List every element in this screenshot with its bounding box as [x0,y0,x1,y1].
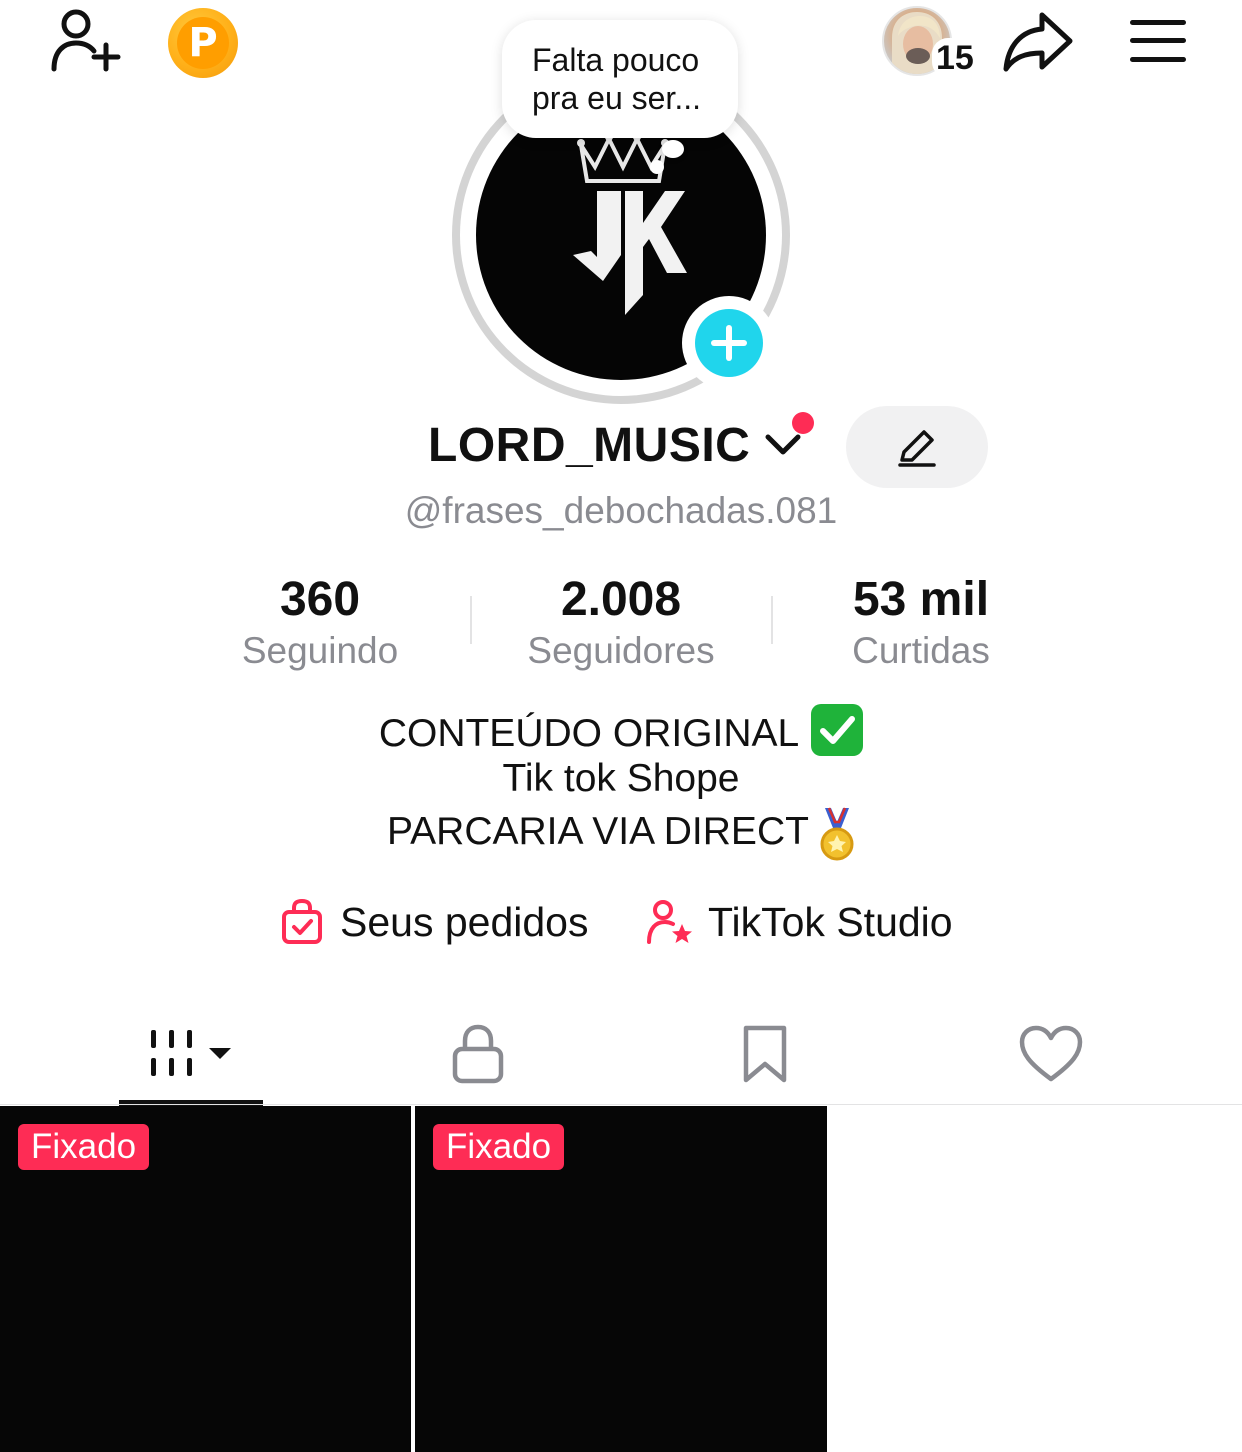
pencil-icon [898,430,936,467]
coin-icon: P [177,17,229,69]
notification-dot [792,412,814,434]
stat-followers[interactable]: 2.008 Seguidores [471,572,771,674]
display-name[interactable]: LORD_MUSIC [428,418,802,473]
stat-label: Seguidores [527,630,715,671]
bubble-tail-dot-small [650,160,664,174]
stat-likes[interactable]: 53 mil Curtidas [771,572,1071,674]
menu-button[interactable] [1124,12,1192,70]
heart-icon [1019,1025,1083,1082]
stat-following[interactable]: 360 Seguindo [170,572,470,674]
tab-divider [0,1104,1242,1105]
video-thumbnail[interactable]: Fixado [0,1106,411,1452]
stat-value: 2.008 [560,573,682,626]
chevron-down-icon[interactable] [764,431,802,457]
tab-liked[interactable] [931,1006,1171,1102]
friends-count-badge: 15 [932,38,978,78]
share-button[interactable] [998,6,1078,76]
creator-star-icon [647,900,692,944]
bio-line-2: Tik tok Shope [502,757,740,800]
pinned-badge: Fixado [433,1124,565,1170]
bookmark-icon [743,1025,787,1083]
check-mark-icon [811,704,864,756]
add-story-button[interactable] [682,296,776,390]
video-thumbnail[interactable]: Fixado [415,1106,827,1452]
stat-value: 360 [279,573,361,626]
add-friend-button[interactable] [44,6,124,76]
note-line-1: Falta pouco [532,42,700,78]
medal-icon [820,807,854,861]
bio-line-3: PARCARIA VIA DIRECT [0,806,1242,862]
hamburger-menu-icon [1130,20,1186,62]
coin-letter: P [188,20,218,66]
tab-videos[interactable] [71,1006,311,1102]
stat-value: 53 mil [852,573,990,626]
note-line-2: pra eu ser... [532,80,701,116]
coin-button[interactable]: P [168,8,238,78]
shopping-bag-icon [282,898,322,944]
tab-saved[interactable] [645,1006,885,1102]
video-grid-icon [151,1030,231,1076]
bio-line-1: CONTEÚDO ORIGINAL [0,704,1242,759]
person-add-icon [51,9,121,72]
edit-profile-button[interactable] [846,406,988,488]
stat-label: Seguindo [241,630,399,671]
username[interactable]: @frases_debochadas.081 [0,490,1242,532]
tab-private[interactable] [358,1006,598,1102]
tiktok-studio-link[interactable]: TikTok Studio [646,898,953,946]
pinned-badge: Fixado [18,1124,150,1170]
plus-icon [711,325,747,361]
bubble-tail-dot [662,140,684,158]
note-bubble[interactable]: Falta pouco pra eu ser... [502,20,738,138]
share-arrow-icon [1003,12,1073,72]
orders-link[interactable]: Seus pedidos [280,898,588,946]
stat-label: Curtidas [852,630,990,671]
lock-icon [452,1024,504,1084]
